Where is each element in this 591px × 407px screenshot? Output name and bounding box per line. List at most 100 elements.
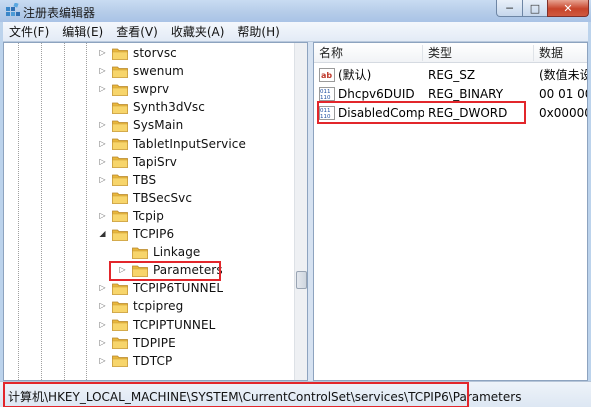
maximize-button[interactable]: □ (522, 0, 548, 17)
tree-item-linkage[interactable]: Linkage (118, 243, 200, 261)
binary-value-icon: 011 110 (319, 87, 335, 101)
expand-arrow-icon (98, 102, 107, 112)
value-data: 0x000000 (539, 106, 587, 120)
window-title: 注册表编辑器 (23, 6, 96, 20)
menu-file[interactable]: 文件(F) (3, 23, 56, 40)
tree-guide-line (86, 43, 87, 380)
value-data: 00 01 00 (539, 87, 588, 101)
column-header-data[interactable]: 数据 (534, 43, 587, 63)
value-row[interactable]: 011110DisabledComp... REG_DWORD 0x000000 (314, 104, 587, 122)
tree-item-tcpip6tunnel[interactable]: ▷ TCPIP6TUNNEL (98, 279, 223, 297)
folder-icon (112, 228, 128, 241)
registry-path: 计算机\HKEY_LOCAL_MACHINE\SYSTEM\CurrentCon… (8, 390, 522, 404)
tree-item-label: SysMain (133, 118, 184, 133)
expanded-arrow-icon[interactable]: ◢ (98, 229, 107, 239)
folder-icon (112, 173, 128, 187)
menu-favorites[interactable]: 收藏夹(A) (165, 23, 232, 40)
string-value-icon: ab (319, 68, 335, 82)
expand-arrow-icon[interactable]: ▷ (98, 211, 107, 221)
folder-icon (112, 354, 128, 368)
tree-item-label: Tcpip (133, 208, 164, 223)
folder-icon (112, 336, 128, 349)
tree-item-swprv[interactable]: ▷ swprv (98, 80, 169, 98)
minimize-button[interactable]: ─ (496, 0, 523, 17)
tree-item-tbs[interactable]: ▷ TBS (98, 171, 156, 189)
folder-icon (112, 209, 128, 223)
expand-arrow-icon[interactable]: ▷ (98, 175, 107, 185)
expand-arrow-icon[interactable]: ▷ (98, 356, 107, 366)
tree-item-label: TCPIPTUNNEL (133, 317, 216, 332)
folder-icon (112, 83, 128, 96)
status-bar: 计算机\HKEY_LOCAL_MACHINE\SYSTEM\CurrentCon… (0, 381, 591, 407)
tree-item-swenum[interactable]: ▷ swenum (98, 62, 184, 80)
expand-arrow-icon[interactable]: ▷ (98, 139, 107, 149)
tree-item-tcpiptunnel[interactable]: ▷ TCPIPTUNNEL (98, 316, 215, 334)
tree-item-label: TCPIP6TUNNEL (133, 281, 224, 296)
tree-scrollbar-thumb[interactable] (296, 271, 307, 289)
tree-item-tcpip[interactable]: ▷ Tcpip (98, 207, 164, 225)
expand-arrow-icon[interactable]: ▷ (98, 84, 107, 94)
tree-item-label: Synth3dVsc (133, 100, 205, 115)
value-name: Dhcpv6DUID (338, 87, 415, 101)
expand-arrow-icon[interactable]: ▷ (98, 48, 107, 58)
tree-item-label: Parameters (153, 263, 223, 278)
tree-item-label: TapiSrv (133, 154, 178, 169)
value-name: (默认) (338, 68, 372, 82)
svg-text:110: 110 (320, 95, 331, 101)
folder-icon (112, 282, 128, 295)
tree-item-tbsecsvc[interactable]: TBSecSvc (98, 189, 192, 207)
value-row[interactable]: ab (默认) REG_SZ (数值未设 (314, 66, 587, 84)
close-button[interactable]: ✕ (547, 0, 589, 17)
expand-arrow-icon[interactable]: ▷ (98, 320, 107, 330)
menu-view[interactable]: 查看(V) (110, 23, 165, 40)
tree-item-tdpipe[interactable]: ▷ TDPIPE (98, 334, 176, 352)
expand-arrow-icon[interactable]: ▷ (98, 157, 107, 167)
folder-icon (112, 318, 128, 331)
tree-item-label: storvsc (133, 46, 177, 60)
folder-icon (112, 155, 128, 168)
tree-item-tcpip6[interactable]: ◢ TCPIP6 (98, 225, 174, 243)
value-type: REG_SZ (428, 68, 476, 82)
value-name: DisabledComp... (338, 106, 424, 120)
tree-scrollbar[interactable] (294, 43, 307, 380)
folder-icon (132, 246, 148, 259)
tree-item-tapisrv[interactable]: ▷ TapiSrv (98, 153, 177, 171)
folder-icon (112, 119, 128, 132)
svg-text:110: 110 (320, 114, 331, 120)
value-type: REG_DWORD (428, 106, 508, 120)
tree-item-label: TabletInputService (133, 136, 246, 151)
tree-item-storvsc[interactable]: ▷ storvsc (98, 44, 177, 62)
title-bar: 注册表编辑器 ─ □ ✕ (0, 0, 591, 22)
folder-icon (112, 137, 128, 150)
expand-arrow-icon[interactable]: ▷ (98, 283, 107, 293)
expand-arrow-icon[interactable]: ▷ (98, 338, 107, 348)
tree-item-parameters[interactable]: ▷ Parameters (118, 261, 223, 279)
tree-item-label: tcpipreg (133, 299, 184, 314)
tree-item-label: TBS (133, 172, 157, 187)
expand-arrow-icon[interactable]: ▷ (118, 265, 127, 275)
column-header-type[interactable]: 类型 (423, 43, 533, 63)
value-row[interactable]: 011 110 Dhcpv6DUID REG_BINARY 00 01 00 (314, 85, 587, 103)
menu-edit[interactable]: 编辑(E) (56, 23, 110, 40)
registry-values-list[interactable]: 名称 类型 数据 ab (默认) REG_SZ (数值未设 011 110 Dhcpv6DU… (313, 42, 588, 381)
tree-item-label: Linkage (153, 245, 201, 260)
tree-item-synth3dvsc[interactable]: Synth3dVsc (98, 98, 205, 116)
tree-item-label: TCPIP6 (133, 227, 175, 241)
tree-item-tdtcp[interactable]: ▷ TDTCP (98, 352, 172, 370)
dword-value-icon: 011 110 (319, 106, 335, 120)
column-header-name[interactable]: 名称 (314, 43, 422, 63)
expand-arrow-icon[interactable]: ▷ (98, 120, 107, 130)
registry-key-tree[interactable]: ▷ storvsc ▷ swenum ▷ swprv Synth3dVsc ▷ SysMain ▷… (3, 42, 308, 381)
tree-item-tcpipreg[interactable]: ▷ tcpipreg (98, 297, 183, 315)
registry-editor-icon (6, 3, 20, 16)
menu-help[interactable]: 帮助(H) (231, 23, 286, 40)
expand-arrow-icon[interactable]: ▷ (98, 66, 107, 76)
expand-arrow-icon[interactable]: ▷ (98, 301, 107, 311)
folder-icon (112, 47, 128, 60)
tree-item-label: TDPIPE (133, 335, 176, 350)
svg-text:ab: ab (321, 71, 332, 80)
column-headers: 名称 类型 数据 (314, 43, 587, 63)
tree-item-tabletinputservice[interactable]: ▷ TabletInputService (98, 135, 246, 153)
folder-icon (132, 264, 148, 277)
tree-item-sysmain[interactable]: ▷ SysMain (98, 116, 183, 134)
